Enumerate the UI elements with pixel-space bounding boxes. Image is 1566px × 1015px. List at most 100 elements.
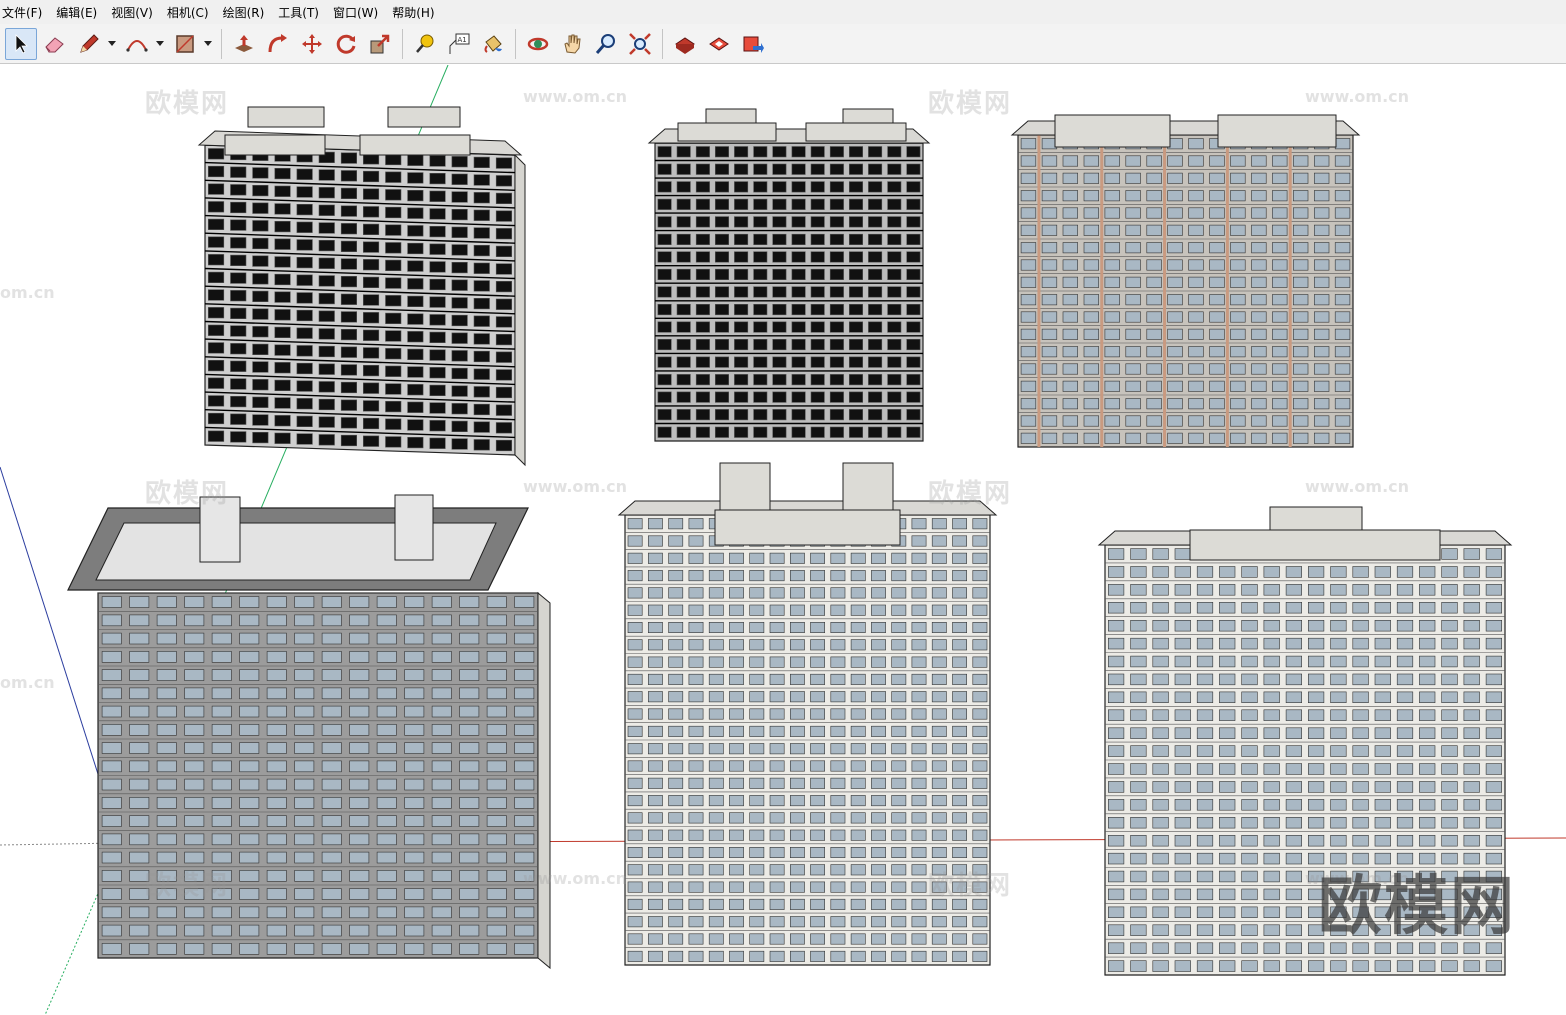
rectangle-dropdown[interactable] xyxy=(202,28,214,60)
rotate-tool-button[interactable] xyxy=(330,28,362,60)
window xyxy=(1174,566,1191,578)
window xyxy=(1152,655,1169,668)
window xyxy=(294,669,315,681)
share-model-button[interactable] xyxy=(703,28,735,60)
window xyxy=(211,924,232,937)
window xyxy=(211,742,232,754)
menu-tools[interactable]: 工具(T) xyxy=(278,4,327,21)
window xyxy=(829,356,844,368)
window xyxy=(1263,888,1280,901)
window xyxy=(1419,745,1436,757)
move-tool-button[interactable] xyxy=(296,28,328,60)
follow-me-tool-button[interactable] xyxy=(262,28,294,60)
rectangle-tool-button[interactable] xyxy=(169,28,201,60)
window xyxy=(647,777,663,789)
window xyxy=(429,420,446,432)
window xyxy=(1062,155,1078,167)
window xyxy=(514,778,535,791)
window xyxy=(1352,673,1369,686)
window xyxy=(647,950,663,962)
window xyxy=(769,691,785,703)
zoom-extents-tool-button[interactable] xyxy=(624,28,656,60)
arc-tool-button[interactable] xyxy=(121,28,153,60)
window xyxy=(486,760,507,773)
window xyxy=(676,409,691,421)
window xyxy=(362,435,380,447)
window xyxy=(850,708,866,720)
window xyxy=(340,399,358,411)
window xyxy=(1263,763,1280,775)
3d-warehouse-button[interactable] xyxy=(669,28,701,60)
window xyxy=(321,833,342,846)
window xyxy=(668,552,684,564)
window xyxy=(486,724,507,736)
window xyxy=(1463,745,1480,757)
tape-measure-tool-button[interactable] xyxy=(409,28,441,60)
window xyxy=(871,552,886,564)
select-tool-button[interactable] xyxy=(5,27,37,60)
window xyxy=(1263,673,1280,686)
window xyxy=(1263,709,1280,721)
window xyxy=(296,309,313,322)
window xyxy=(1209,363,1225,375)
menu-view[interactable]: 视图(V) xyxy=(111,4,161,21)
push-pull-tool-button[interactable] xyxy=(228,28,260,60)
pan-tool-button[interactable] xyxy=(556,28,588,60)
window xyxy=(729,604,744,616)
window xyxy=(906,181,921,193)
menu-camera[interactable]: 相机(C) xyxy=(167,4,217,21)
orbit-tool-button[interactable] xyxy=(522,28,554,60)
window xyxy=(340,276,358,288)
window xyxy=(294,778,315,791)
window xyxy=(1152,601,1169,614)
window xyxy=(1104,242,1120,254)
window xyxy=(871,760,886,772)
zoom-tool-button[interactable] xyxy=(590,28,622,60)
window xyxy=(871,829,886,841)
window xyxy=(829,163,844,175)
window xyxy=(850,552,866,564)
window xyxy=(772,304,787,316)
window xyxy=(868,409,883,421)
extension-warehouse-button[interactable] xyxy=(737,28,769,60)
window xyxy=(830,916,846,928)
pencil-tool-button[interactable] xyxy=(73,28,105,60)
window xyxy=(911,570,927,582)
window xyxy=(318,398,335,411)
window xyxy=(376,669,397,681)
window xyxy=(1020,328,1037,340)
window xyxy=(887,233,902,245)
window xyxy=(340,152,358,164)
window xyxy=(627,639,643,651)
window xyxy=(1334,155,1351,167)
window xyxy=(404,906,425,919)
text-tool-button[interactable]: A1 xyxy=(443,28,475,60)
window xyxy=(1104,415,1120,427)
window xyxy=(404,669,425,681)
window xyxy=(459,943,480,955)
window xyxy=(729,725,744,737)
window xyxy=(376,833,397,846)
menu-file[interactable]: 文件(F) xyxy=(2,4,50,21)
window xyxy=(362,312,380,324)
window xyxy=(376,797,397,809)
arc-dropdown[interactable] xyxy=(154,28,166,60)
window xyxy=(952,743,967,755)
pencil-dropdown[interactable] xyxy=(106,28,118,60)
window xyxy=(101,760,122,773)
window xyxy=(1152,619,1169,632)
menu-window[interactable]: 窗口(W) xyxy=(333,4,386,21)
menu-help[interactable]: 帮助(H) xyxy=(392,4,442,21)
model-viewport[interactable]: 欧模网 www.om.cn 欧模网 www.om.cn om.cn 欧模网 ww… xyxy=(0,65,1566,1015)
menu-draw[interactable]: 绘图(R) xyxy=(223,4,273,21)
window xyxy=(321,888,342,900)
menu-edit[interactable]: 编辑(E) xyxy=(56,4,105,21)
paint-bucket-tool-button[interactable] xyxy=(477,28,509,60)
window xyxy=(296,239,313,251)
eraser-tool-button[interactable] xyxy=(39,28,71,60)
window xyxy=(1230,155,1246,167)
scale-tool-button[interactable] xyxy=(364,28,396,60)
window xyxy=(714,391,729,403)
window xyxy=(1441,799,1458,811)
window xyxy=(810,587,825,599)
